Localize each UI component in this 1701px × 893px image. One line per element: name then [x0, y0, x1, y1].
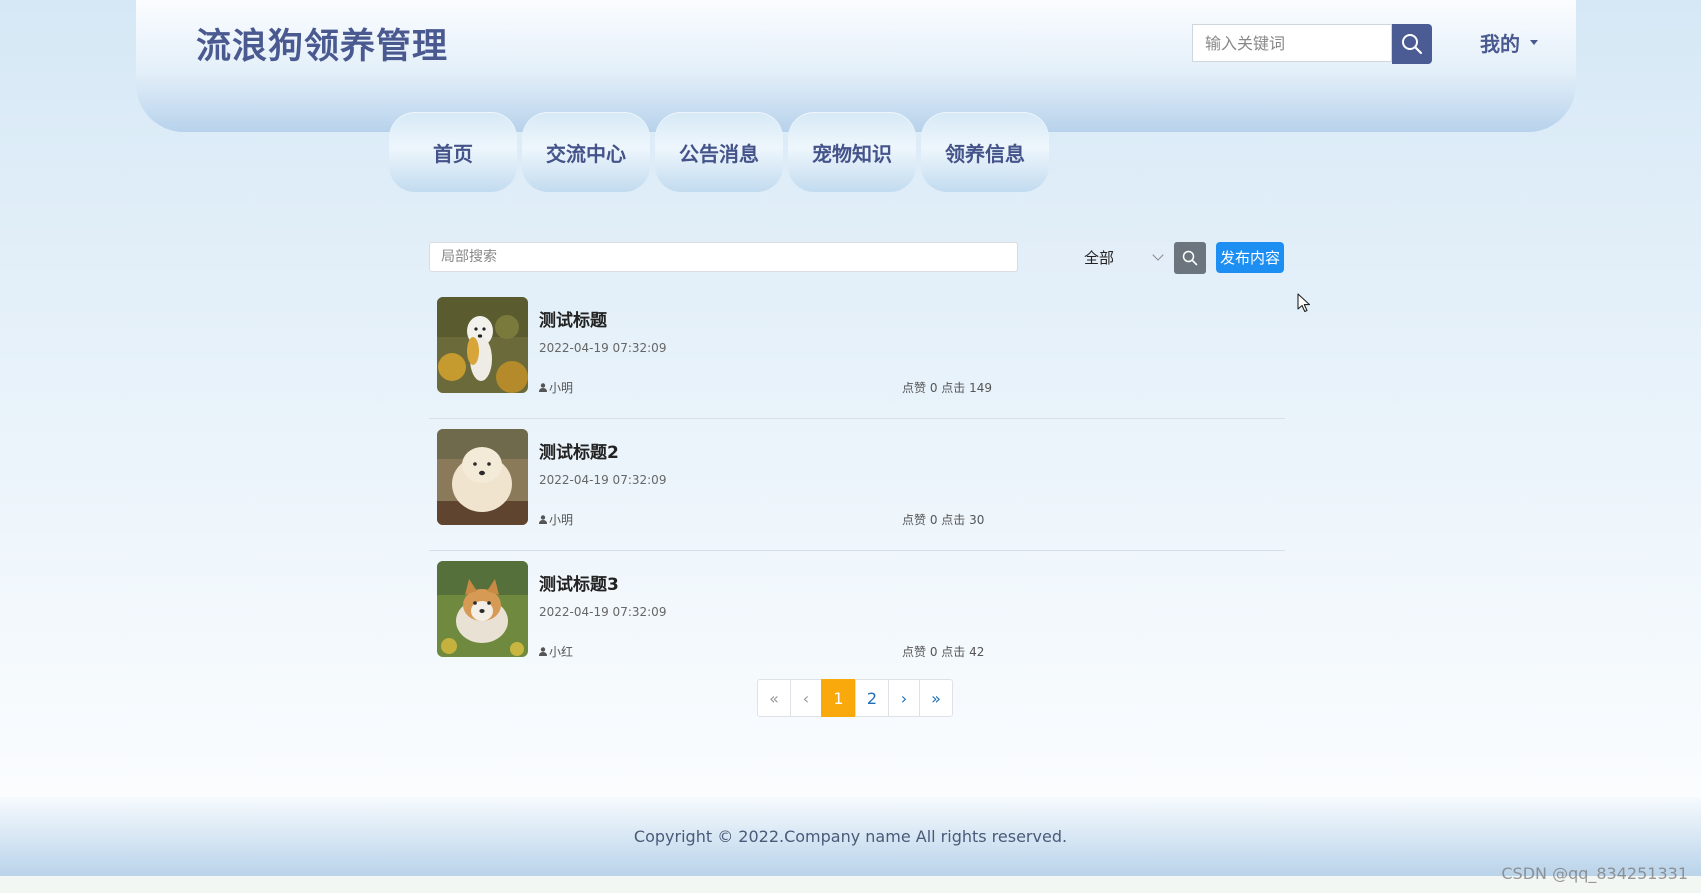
post-thumbnail[interactable]: [437, 561, 528, 657]
post-author-name: 小明: [549, 381, 574, 395]
site-logo[interactable]: 流浪狗领养管理: [196, 18, 448, 69]
main-nav: 首页 交流中心 公告消息 宠物知识 领养信息: [389, 112, 1049, 192]
post-stats: 点赞 0 点击 30: [902, 513, 985, 527]
post-thumbnail[interactable]: [437, 429, 528, 525]
pagination-page-1[interactable]: 1: [821, 679, 856, 717]
nav-item-forum[interactable]: 交流中心: [522, 112, 650, 192]
user-icon: [539, 647, 547, 656]
post-author-name: 小红: [549, 645, 574, 659]
caret-down-icon: [1530, 40, 1538, 45]
post-author: 小红: [539, 643, 573, 660]
nav-item-adoption-info[interactable]: 领养信息: [921, 112, 1049, 192]
pagination-last[interactable]: »: [919, 679, 953, 717]
category-select[interactable]: 全部: [1026, 242, 1172, 272]
pagination-page-2[interactable]: 2: [855, 679, 889, 717]
pagination: « ‹ 1 2 › »: [757, 679, 953, 717]
footer-copyright: Copyright © 2022.Company name All rights…: [633, 827, 1068, 846]
list-item[interactable]: 测试标题2 2022-04-19 07:32:09 小明 点赞 0 点击 30: [429, 419, 1285, 551]
list-item[interactable]: 测试标题3 2022-04-19 07:32:09 小红 点赞 0 点击 42: [429, 551, 1285, 682]
chevron-down-icon: [1152, 249, 1164, 261]
bottom-strip: [0, 876, 1701, 893]
post-stats: 点赞 0 点击 149: [902, 381, 992, 395]
post-date: 2022-04-19 07:32:09: [539, 341, 667, 355]
dog-photo-icon: [437, 429, 528, 525]
post-title[interactable]: 测试标题2: [539, 438, 619, 463]
nav-item-pet-knowledge[interactable]: 宠物知识: [788, 112, 916, 192]
footer: Copyright © 2022.Company name All rights…: [0, 797, 1701, 876]
dog-photo-icon: [437, 561, 528, 657]
nav-item-announcements[interactable]: 公告消息: [655, 112, 783, 192]
header-search-button[interactable]: [1392, 24, 1432, 64]
header-search-input[interactable]: [1192, 24, 1392, 62]
post-author: 小明: [539, 379, 573, 396]
post-date: 2022-04-19 07:32:09: [539, 605, 667, 619]
pagination-first[interactable]: «: [757, 679, 791, 717]
pagination-prev[interactable]: ‹: [790, 679, 822, 717]
list-item[interactable]: 测试标题 2022-04-19 07:32:09 小明 点赞 0 点击 149: [429, 287, 1285, 419]
local-search-button[interactable]: [1174, 242, 1206, 274]
pagination-next[interactable]: ›: [888, 679, 920, 717]
post-author: 小明: [539, 511, 573, 528]
post-title[interactable]: 测试标题3: [539, 570, 619, 595]
category-selected-value: 全部: [1083, 248, 1114, 267]
user-icon: [539, 383, 547, 392]
search-icon: [1402, 34, 1423, 55]
post-title[interactable]: 测试标题: [539, 306, 607, 331]
user-icon: [539, 515, 547, 524]
post-list: 测试标题 2022-04-19 07:32:09 小明 点赞 0 点击 149 …: [429, 287, 1285, 682]
user-menu-label: 我的: [1480, 32, 1520, 56]
user-menu[interactable]: 我的: [1480, 28, 1538, 57]
post-date: 2022-04-19 07:32:09: [539, 473, 667, 487]
post-stats: 点赞 0 点击 42: [902, 645, 985, 659]
nav-item-home[interactable]: 首页: [389, 112, 517, 192]
search-icon: [1182, 250, 1198, 266]
publish-button[interactable]: 发布内容: [1216, 242, 1284, 273]
post-thumbnail[interactable]: [437, 297, 528, 393]
watermark: CSDN @qq_834251331: [1501, 864, 1688, 883]
dog-photo-icon: [437, 297, 528, 393]
mouse-cursor-icon: [1297, 293, 1311, 313]
local-search-input[interactable]: [429, 242, 1018, 272]
post-author-name: 小明: [549, 513, 574, 527]
